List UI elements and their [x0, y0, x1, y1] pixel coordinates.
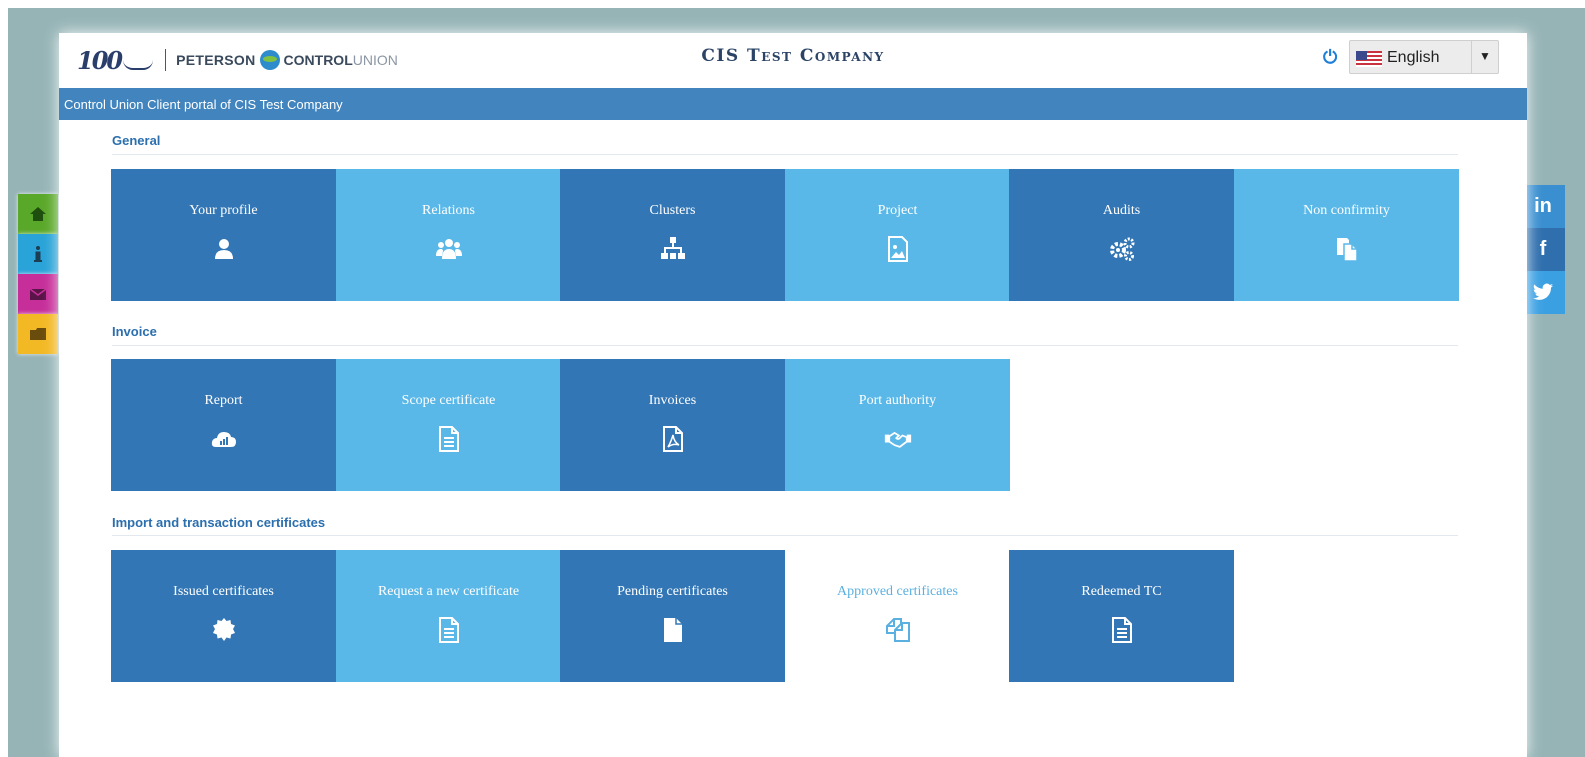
tile-label: Approved certificates [837, 584, 958, 599]
home-icon [30, 207, 46, 221]
home-button[interactable] [18, 194, 58, 234]
tile-label: Your profile [189, 203, 258, 218]
sitemap-icon [660, 237, 685, 259]
certificate-badge-icon [212, 618, 235, 641]
social-bar: in f [1521, 185, 1565, 314]
chevron-down-icon[interactable]: ▼ [1471, 41, 1498, 73]
left-quick-nav [18, 194, 58, 354]
twitter-button[interactable] [1521, 271, 1565, 314]
section-divider [112, 535, 1458, 536]
tile-label: Port authority [858, 393, 937, 408]
facebook-icon: f [1539, 238, 1547, 260]
tile-clusters[interactable]: Clusters [560, 169, 785, 301]
document-icon [1111, 617, 1132, 643]
language-select[interactable]: English ▼ [1349, 40, 1499, 74]
mail-button[interactable] [18, 274, 58, 314]
document-icon [438, 426, 459, 452]
top-border [0, 0, 1585, 8]
linkedin-icon: in [1534, 195, 1552, 217]
folder-icon [30, 328, 46, 340]
tile-invoices[interactable]: Invoices [560, 359, 785, 491]
language-selected: English [1387, 49, 1440, 66]
gears-icon [1109, 237, 1134, 261]
users-icon [435, 239, 462, 259]
tile-label: Relations [422, 203, 475, 218]
document-icon [438, 617, 459, 643]
tile-label: Project [877, 203, 918, 218]
section-title-general: General [112, 133, 161, 148]
tile-request-new-certificate[interactable]: Request a new certificate [336, 550, 561, 682]
tile-label: Non confirmity [1303, 203, 1390, 218]
handshake-icon [884, 431, 911, 448]
power-icon[interactable]: ⏻ [1323, 47, 1337, 68]
twitter-icon [1532, 283, 1554, 300]
tile-port-authority[interactable]: Port authority [785, 359, 1010, 491]
tile-project[interactable]: Project [785, 169, 1010, 301]
tile-relations[interactable]: Relations [336, 169, 561, 301]
tile-label: Report [204, 393, 243, 408]
portal-subtitle-bar: Control Union Client portal of CIS Test … [59, 88, 1527, 120]
facebook-button[interactable]: f [1521, 228, 1565, 271]
tile-your-profile[interactable]: Your profile [111, 169, 336, 301]
copy-outline-icon [885, 618, 910, 642]
file-icon [663, 618, 682, 642]
section-divider [112, 154, 1458, 155]
tile-label: Scope certificate [401, 393, 496, 408]
company-title: CIS Test Company [701, 46, 885, 66]
left-border [0, 0, 8, 757]
tile-label: Pending certificates [617, 584, 728, 599]
portal-page: 100 PETERSON CONTROL UNION CIS Test Compa… [59, 33, 1527, 757]
user-icon [214, 239, 233, 259]
section-title-invoice: Invoice [112, 324, 157, 339]
tile-label: Issued certificates [173, 584, 274, 599]
us-flag-icon [1356, 51, 1382, 67]
tile-scope-certificate[interactable]: Scope certificate [336, 359, 561, 491]
image-file-icon [887, 236, 908, 262]
tile-label: Redeemed TC [1081, 584, 1162, 599]
header: 100 PETERSON CONTROL UNION CIS Test Compa… [59, 33, 1527, 88]
cloud-chart-icon [211, 432, 236, 447]
tile-label: Clusters [649, 203, 696, 218]
copy-files-icon [1336, 238, 1358, 262]
tile-report[interactable]: Report [111, 359, 336, 491]
section-divider [112, 345, 1458, 346]
tile-audits[interactable]: Audits [1009, 169, 1234, 301]
tile-label: Audits [1102, 203, 1141, 218]
tile-issued-certificates[interactable]: Issued certificates [111, 550, 336, 682]
section-title-import: Import and transaction certificates [112, 515, 326, 530]
tile-approved-certificates[interactable]: Approved certificates [785, 550, 1010, 682]
folder-button[interactable] [18, 314, 58, 354]
info-icon [34, 246, 42, 262]
linkedin-button[interactable]: in [1521, 185, 1565, 228]
pdf-file-icon [662, 426, 683, 452]
tile-label: Invoices [648, 393, 697, 408]
tile-label: Request a new certificate [377, 584, 520, 599]
tile-non-confirmity[interactable]: Non confirmity [1234, 169, 1459, 301]
tile-redeemed-tc[interactable]: Redeemed TC [1009, 550, 1234, 682]
info-button[interactable] [18, 234, 58, 274]
tile-pending-certificates[interactable]: Pending certificates [560, 550, 785, 682]
mail-icon [29, 288, 47, 300]
